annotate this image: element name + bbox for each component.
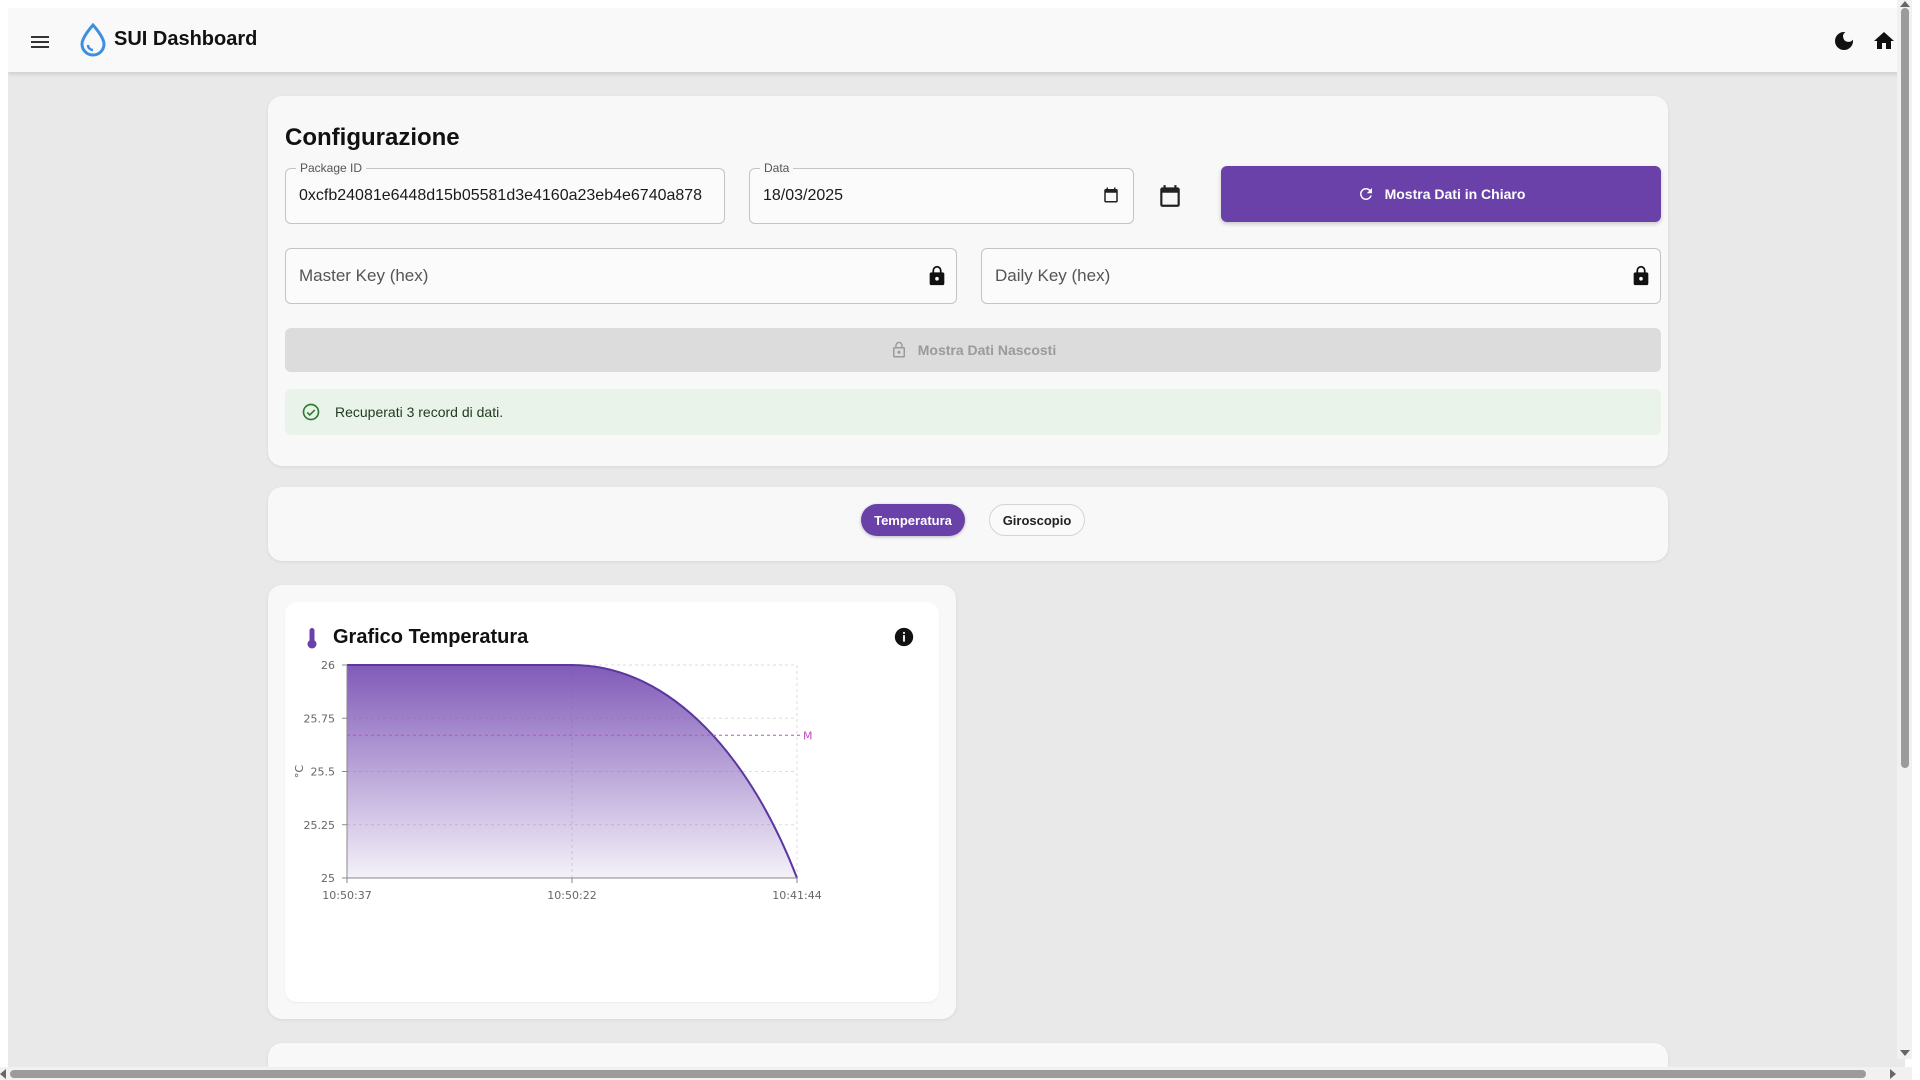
next-card [268,1043,1668,1067]
page: SUI Dashboard Configurazione Package ID … [8,8,1905,1067]
info-icon[interactable] [893,626,915,648]
date-label: Data [760,161,794,175]
scroll-right-arrow[interactable] [1890,1069,1896,1079]
package-id-field[interactable]: Package ID 0xcfb24081e6448d15b05581d3e41… [285,161,725,224]
package-id-value[interactable]: 0xcfb24081e6448d15b05581d3e4160a23eb4e67… [299,187,719,205]
calendar-icon[interactable] [1157,183,1183,209]
y-tick-label: 26 [321,659,335,672]
date-value[interactable]: 18/03/2025 [763,187,843,205]
thermometer-icon [307,628,317,649]
y-tick-label: 25.75 [304,712,336,725]
water-drop-icon [80,23,106,57]
chart-card: Grafico Temperatura M 25 25.25 25.5 25.75 26… [268,585,956,1019]
x-tick-label: 10:41:44 [772,889,821,902]
package-id-label: Package ID [296,161,367,175]
app-title: SUI Dashboard [114,28,258,50]
chart-panel: Grafico Temperatura M 25 25.25 25.5 25.75 26… [285,602,939,1002]
lock-icon [929,265,945,286]
y-axis-label: °C [293,765,306,779]
show-hidden-data-label: Mostra Dati Nascosti [917,342,1057,358]
refresh-icon [1359,188,1372,200]
show-hidden-data-button[interactable]: Mostra Dati Nascosti [285,328,1661,372]
config-title: Configurazione [285,124,460,151]
y-tick-label: 25 [321,872,335,885]
app-bar: SUI Dashboard [8,8,1905,72]
x-tick-label: 10:50:22 [547,889,596,902]
y-tick-label: 25.25 [304,819,336,832]
master-key-field[interactable]: Master Key (hex) [285,248,957,304]
tab-temperatura[interactable]: Temperatura [861,504,965,536]
x-tick-label: 10:50:37 [322,889,371,902]
temperature-area [347,665,797,878]
date-field[interactable]: Data 18/03/2025 [749,161,1134,224]
master-key-placeholder: Master Key (hex) [299,266,429,285]
horizontal-scrollbar[interactable] [0,1067,1912,1080]
vertical-scrollbar[interactable] [1897,0,1912,1059]
scroll-down-arrow[interactable] [1900,1050,1910,1056]
scroll-left-arrow[interactable] [0,1069,6,1079]
y-tick-label: 25.5 [311,766,336,779]
horizontal-scroll-thumb[interactable] [10,1070,1866,1078]
scroll-up-arrow[interactable] [1900,1,1910,7]
daily-key-placeholder: Daily Key (hex) [995,266,1111,285]
config-card: Configurazione Package ID 0xcfb24081e644… [268,96,1668,466]
tabs-card: Temperatura Giroscopio [268,487,1668,561]
home-icon[interactable] [1872,29,1896,53]
alert-text: Recuperati 3 record di dati. [335,404,504,420]
lock-icon [1633,265,1649,286]
show-clear-data-button[interactable]: Mostra Dati in Chiaro [1221,166,1661,222]
reference-line-label: M [803,729,813,742]
menu-icon[interactable] [28,30,52,54]
temperature-chart: M 25 25.25 25.5 25.75 26 10:50:37 10:50:22 10:4… [293,659,822,902]
daily-key-field[interactable]: Daily Key (hex) [981,248,1661,304]
lock-open-icon [892,341,905,358]
vertical-scroll-thumb[interactable] [1901,8,1909,768]
show-clear-data-label: Mostra Dati in Chiaro [1384,186,1526,202]
chart-title: Grafico Temperatura [333,626,529,648]
moon-icon[interactable] [1832,29,1856,53]
calendar-picker-icon[interactable] [1102,186,1120,204]
success-alert: Recuperati 3 record di dati. [285,389,1661,435]
check-circle-icon [302,403,320,421]
tab-giroscopio[interactable]: Giroscopio [989,504,1085,536]
